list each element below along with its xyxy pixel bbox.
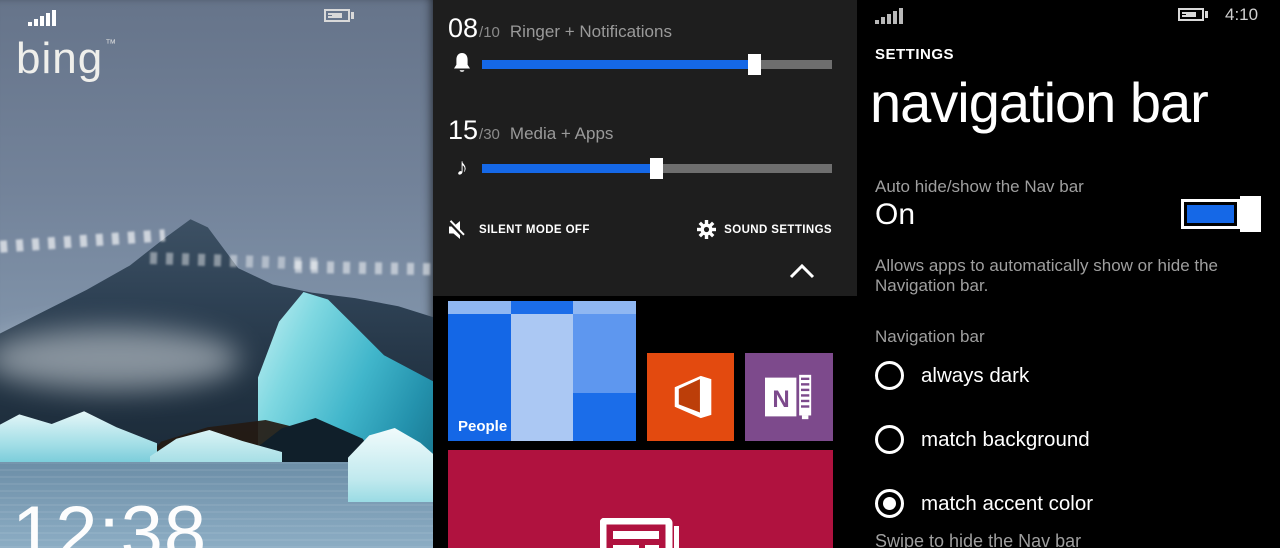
tile-onenote[interactable]: N [745, 353, 833, 441]
radio-label: match background [921, 427, 1090, 451]
svg-text:N: N [772, 386, 789, 413]
battery-charging-icon [324, 9, 354, 22]
bell-icon [448, 50, 476, 78]
volume-overlay-panel: 08 /10 Ringer + Notifications 15 /30 Med… [433, 0, 857, 296]
status-bar [0, 0, 433, 30]
trademark-symbol: ™ [105, 38, 118, 50]
volume-panel-actions: SILENT MODE OFF SOUND SETTINGS [433, 220, 857, 246]
news-icon [599, 518, 679, 548]
media-volume-max: /30 [479, 126, 500, 143]
ringer-volume-value: 08 [448, 13, 479, 43]
office-icon [674, 375, 711, 419]
ringer-volume-thumb[interactable] [748, 54, 761, 75]
muted-speaker-icon [448, 220, 465, 239]
start-screen: 08 /10 Ringer + Notifications 15 /30 Med… [433, 0, 857, 548]
toggle-fill [1187, 205, 1234, 223]
swipe-hint-text: Swipe to hide the Nav bar [875, 531, 1082, 548]
tile-people[interactable]: People [448, 301, 636, 441]
radio-label: always dark [921, 363, 1030, 387]
lock-screen: bing ™ 12:38 [0, 0, 433, 548]
wallpaper-snow [0, 229, 166, 253]
media-volume-slider[interactable] [482, 158, 832, 179]
ringer-volume-fill [482, 60, 755, 69]
media-volume-value: 15 [448, 115, 479, 145]
auto-hide-toggle[interactable] [1181, 196, 1261, 232]
radio-circle-icon [875, 489, 904, 518]
ringer-volume-label: 08 /10 Ringer + Notifications [448, 13, 672, 44]
chevron-up-icon [789, 263, 815, 279]
collapse-panel-button[interactable] [789, 263, 815, 283]
radio-match-background[interactable]: match background [875, 425, 1090, 454]
signal-strength-icon [28, 10, 56, 26]
ringer-volume-max: /10 [479, 24, 500, 41]
auto-hide-label: Auto hide/show the Nav bar [875, 177, 1084, 196]
radio-circle-icon [875, 425, 904, 454]
tile-office[interactable] [647, 353, 734, 441]
nav-bar-group-label: Navigation bar [875, 327, 985, 346]
lock-screen-clock: 12:38 [12, 491, 208, 548]
radio-match-accent-color[interactable]: match accent color [875, 489, 1093, 518]
toggle-state-text: On [875, 198, 916, 231]
ringer-volume-name: Ringer + Notifications [509, 22, 672, 41]
wallpaper-snow [294, 260, 433, 276]
people-tile-label: People [458, 418, 508, 435]
ringer-volume-slider[interactable] [482, 54, 832, 75]
settings-app-header: SETTINGS [875, 46, 955, 63]
ringer-volume-slider-row [433, 50, 857, 78]
media-volume-thumb[interactable] [650, 158, 663, 179]
toggle-track [1181, 199, 1240, 229]
page-title: navigation bar [870, 71, 1209, 134]
screenshot-stage: bing ™ 12:38 08 /10 Ringer + Notification… [0, 0, 1280, 548]
settings-screen: 4:10 SETTINGS navigation bar Auto hide/s… [857, 0, 1280, 548]
sound-settings-button[interactable]: SOUND SETTINGS [697, 220, 832, 239]
music-note-icon: ♪ [456, 154, 468, 181]
onenote-icon: N [765, 374, 812, 420]
radio-label: match accent color [921, 491, 1094, 515]
toggle-thumb[interactable] [1240, 196, 1261, 232]
media-volume-label: 15 /30 Media + Apps [448, 115, 613, 146]
radio-circle-icon [875, 361, 904, 390]
signal-strength-icon [875, 8, 903, 24]
media-volume-slider-row: ♪ [433, 154, 857, 182]
silent-mode-label: SILENT MODE OFF [479, 224, 590, 236]
media-volume-fill [482, 164, 657, 173]
battery-charging-icon [1178, 8, 1208, 21]
status-clock: 4:10 [1225, 5, 1259, 24]
bing-logo: bing ™ [16, 34, 118, 83]
sound-settings-label: SOUND SETTINGS [724, 223, 832, 236]
silent-mode-button[interactable]: SILENT MODE OFF [448, 220, 590, 240]
media-volume-name: Media + Apps [509, 124, 614, 143]
toggle-description: Allows apps to automatically show or hid… [875, 256, 1219, 296]
tile-news[interactable] [448, 450, 833, 548]
gear-icon [697, 220, 717, 239]
radio-always-dark[interactable]: always dark [875, 361, 1029, 390]
